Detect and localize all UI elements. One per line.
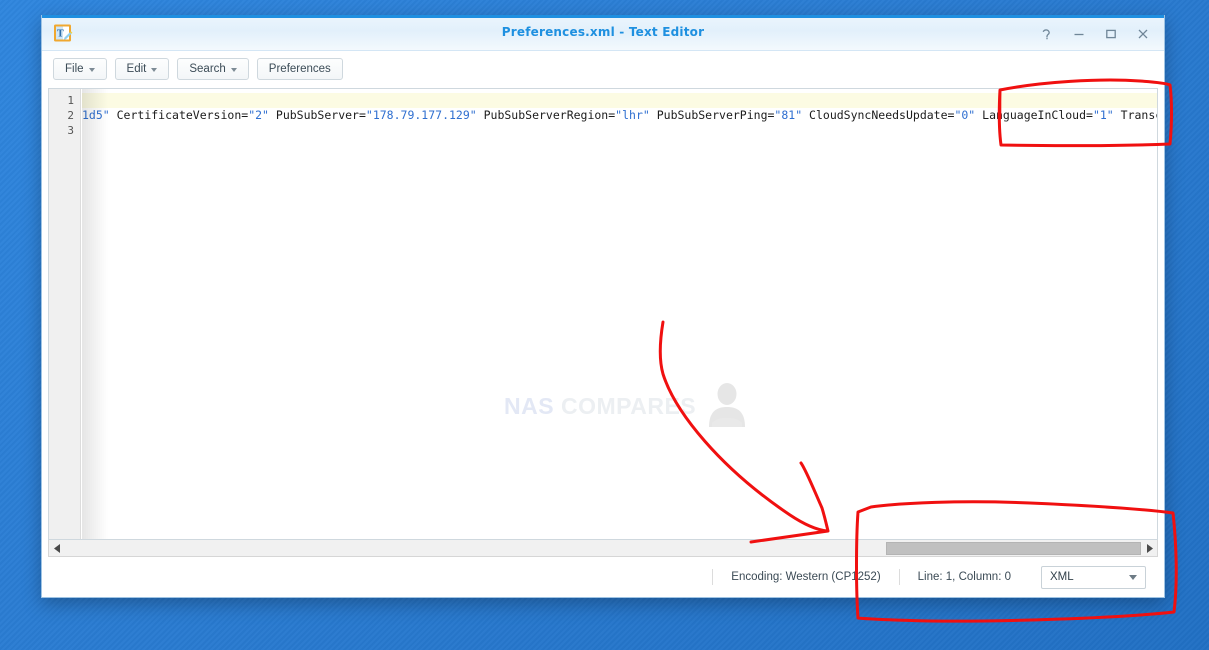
code-line-3[interactable]	[82, 123, 1157, 138]
code-token: "2"	[248, 108, 269, 122]
line-number: 3	[67, 124, 74, 137]
file-menu-label: File	[65, 63, 84, 75]
search-menu-button[interactable]: Search	[177, 58, 249, 80]
search-menu-label: Search	[189, 63, 226, 75]
code-token: "lhr"	[615, 108, 650, 122]
preferences-label: Preferences	[268, 63, 331, 75]
status-bar: Encoding: Western (CP1252) Line: 1, Colu…	[42, 557, 1164, 597]
code-line-2[interactable]: 1d5" CertificateVersion="2" PubSubServer…	[82, 108, 1157, 123]
cursor-position-status: Line: 1, Column: 0	[898, 569, 1029, 585]
code-text-area[interactable]: 1d5" CertificateVersion="2" PubSubServer…	[82, 89, 1157, 539]
scrollbar-track[interactable]	[65, 541, 1141, 556]
edit-menu-button[interactable]: Edit	[114, 58, 170, 80]
code-token: 1d5"	[82, 108, 110, 122]
code-token: CloudSyncNeedsUpdate=	[802, 108, 955, 122]
code-token: "0"	[954, 108, 976, 122]
scroll-left-arrow-icon[interactable]	[49, 541, 65, 556]
chevron-down-icon	[230, 68, 237, 72]
code-token: TranscoderQuality=	[1120, 108, 1157, 122]
scroll-right-arrow-icon[interactable]	[1141, 541, 1157, 556]
code-token: LanguageInCloud=	[975, 108, 1093, 122]
code-token: PubSubServerPing=	[649, 108, 775, 122]
window-titlebar[interactable]: T Preferences.xml - Text Editor	[42, 18, 1164, 51]
scrollbar-thumb[interactable]	[886, 541, 1141, 555]
code-token: "1"	[1092, 108, 1114, 122]
editor-toolbar: File Edit Search Preferences	[42, 51, 1164, 87]
chevron-down-icon	[1129, 574, 1137, 580]
code-token: "81"	[774, 108, 803, 122]
window-controls	[1032, 18, 1158, 50]
file-menu-button[interactable]: File	[53, 58, 107, 80]
maximize-button[interactable]	[1096, 20, 1126, 48]
chevron-down-icon	[151, 68, 158, 72]
line-number: 2	[67, 109, 74, 122]
chevron-down-icon	[88, 68, 95, 72]
code-token: CertificateVersion=	[109, 108, 249, 122]
preferences-button[interactable]: Preferences	[256, 58, 343, 80]
edit-menu-label: Edit	[126, 63, 147, 75]
code-token: "178.79.177.129"	[365, 108, 477, 122]
text-editor-window: T Preferences.xml - Text Editor File Edi…	[41, 15, 1165, 598]
editor-area[interactable]: 1 2 3 1d5" CertificateVersion="2" PubSub…	[48, 88, 1158, 540]
horizontal-scrollbar[interactable]	[48, 540, 1158, 557]
line-number: 1	[67, 94, 74, 107]
language-select-value: XML	[1050, 571, 1074, 583]
line-number-gutter: 1 2 3	[49, 89, 81, 539]
encoding-status: Encoding: Western (CP1252)	[712, 569, 898, 585]
minimize-button[interactable]	[1064, 20, 1094, 48]
language-select[interactable]: XML	[1041, 565, 1146, 589]
window-title: Preferences.xml - Text Editor	[501, 25, 705, 39]
code-token: PubSubServer=	[268, 108, 366, 122]
code-line-1[interactable]	[82, 93, 1157, 108]
help-button[interactable]	[1032, 20, 1062, 48]
code-token: PubSubServerRegion=	[476, 108, 616, 122]
close-button[interactable]	[1128, 20, 1158, 48]
